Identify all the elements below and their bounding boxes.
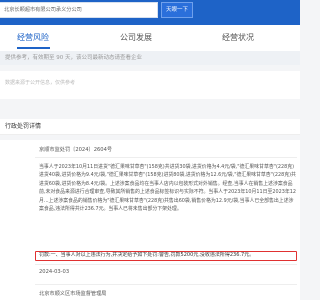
divider (35, 284, 297, 285)
penalty-detail: 京顺市监处罚〔2024〕2604号 当事人于2023年10月11日进货"德汇果味… (0, 140, 300, 300)
penalty-date: 2024-03-03 (39, 269, 70, 275)
document-number: 京顺市监处罚〔2024〕2604号 (39, 147, 113, 153)
penalty-authority: 北京市顺义区市场监督管理局 (39, 291, 107, 297)
search-input[interactable]: 北京长颗超市有限公司承义分公司 (0, 2, 158, 18)
search-button[interactable]: 天眼一下 (161, 2, 193, 18)
case-facts: 当事人于2023年10月11日进货"德汇果味甘草杏"(158克)共进货30袋,进… (39, 164, 296, 213)
divider (35, 264, 297, 265)
info-card: 数据来源于公开信息，仅供参考 (0, 71, 300, 99)
tab-company-development[interactable]: 公司发展 (120, 25, 152, 51)
top-bar: 北京长颗超市有限公司承义分公司 天眼一下 (0, 0, 300, 25)
notice-bar: 提供参考，有效期至 90 天，该公司最新动态请查看企业 (0, 51, 300, 65)
tab-bar: 经营风险 公司发展 经营状况 (0, 25, 300, 52)
section-title: 行政处罚详情 (0, 119, 300, 135)
penalty-decision-highlight: 罚款:一、当事人对以上违法行为,并决定给予如下处罚:警告,罚款5200元,没收违… (35, 251, 297, 261)
divider (35, 157, 297, 158)
active-tab-indicator (17, 47, 50, 49)
tab-business-status[interactable]: 经营状况 (222, 25, 254, 51)
